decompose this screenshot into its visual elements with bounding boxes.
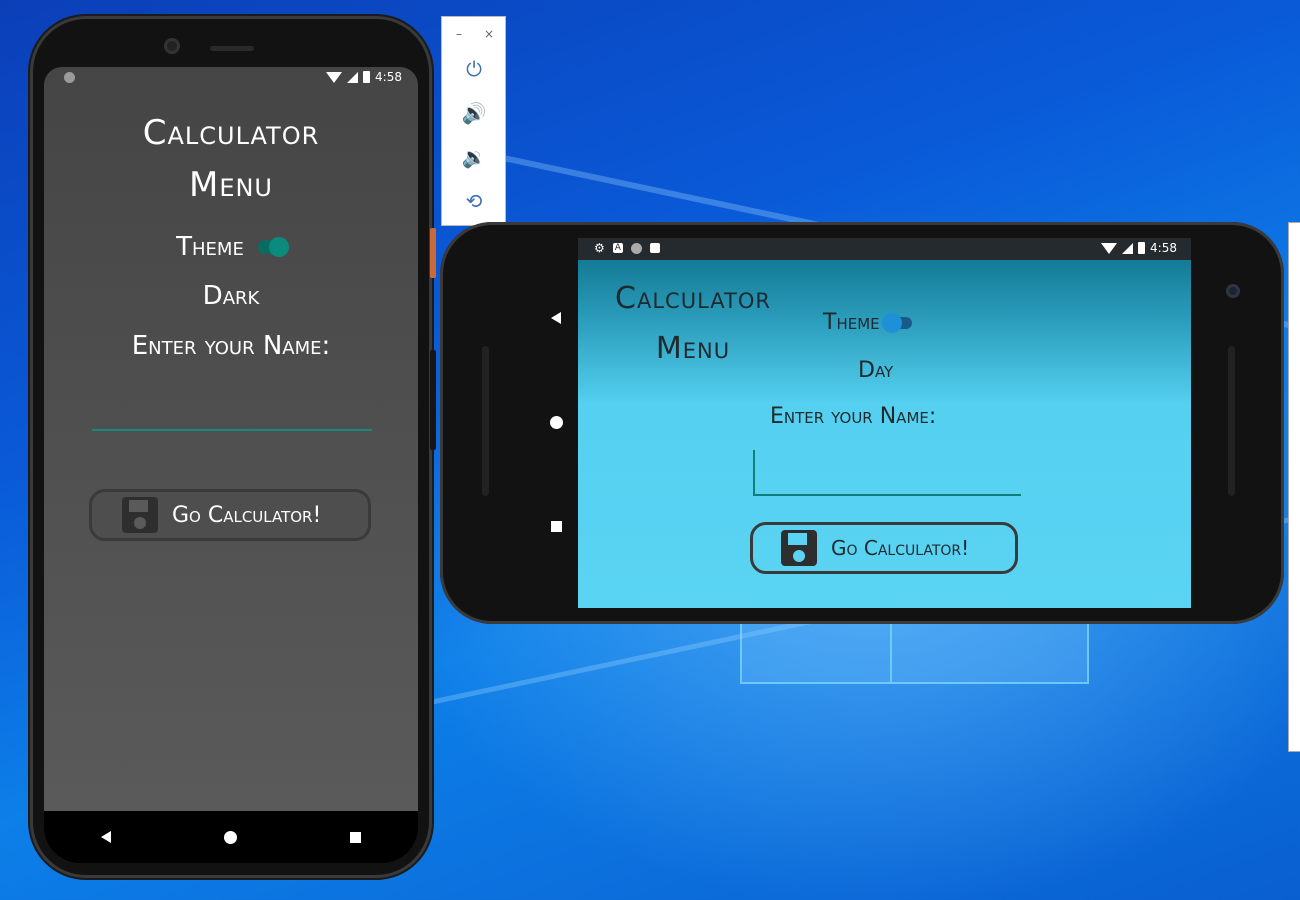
- battery-icon: [1138, 242, 1146, 254]
- settings-gear-icon: ⚙: [594, 241, 605, 255]
- go-calculator-label: Go Calculator!: [831, 536, 970, 560]
- power-side-button[interactable]: [430, 228, 436, 278]
- a-notification-icon: A: [612, 243, 623, 253]
- theme-switch[interactable]: [257, 237, 289, 257]
- rotate-icon[interactable]: ⟲: [442, 181, 506, 221]
- navigation-bar: [544, 312, 568, 532]
- volume-side-button[interactable]: [430, 350, 436, 450]
- theme-row: Theme: [823, 310, 912, 335]
- battery-icon: [363, 71, 371, 83]
- recent-apps-icon[interactable]: [350, 831, 362, 843]
- navigation-bar: [44, 811, 418, 863]
- theme-switch[interactable]: [881, 312, 912, 333]
- minimize-button[interactable]: –: [456, 27, 462, 41]
- go-calculator-label: Go Calculator!: [172, 502, 322, 528]
- front-camera: [1226, 284, 1240, 298]
- portrait-phone-frame: 4:58 Calculator Menu Theme Dark Enter yo…: [30, 16, 436, 878]
- earpiece-speaker: [210, 46, 254, 51]
- home-icon[interactable]: [223, 830, 237, 844]
- title-line-1: Calculator: [615, 281, 771, 316]
- volume-up-icon[interactable]: 🔊: [442, 93, 506, 133]
- switch-knob: [268, 237, 289, 257]
- theme-mode-text: Dark: [202, 281, 260, 311]
- front-camera: [164, 38, 180, 54]
- floppy-disk-icon: [781, 530, 817, 566]
- enter-name-label: Enter your Name:: [770, 404, 937, 429]
- status-bar: ⚙ A 4:58: [578, 238, 1191, 260]
- theme-label: Theme: [176, 232, 244, 262]
- name-input[interactable]: [753, 450, 1021, 496]
- portrait-screen: 4:58 Calculator Menu Theme Dark Enter yo…: [44, 67, 418, 811]
- floppy-disk-icon: [122, 497, 158, 533]
- title-line-1: Calculator: [142, 113, 320, 153]
- back-icon[interactable]: [100, 831, 111, 843]
- signal-icon: [1122, 242, 1134, 254]
- sd-card-icon: [649, 243, 660, 253]
- speaker-grille: [1228, 346, 1235, 496]
- landscape-phone-frame: ⚙ A 4:58 Calculator Menu Theme Day Enter…: [440, 222, 1284, 624]
- signal-icon: [347, 71, 359, 83]
- close-button[interactable]: ×: [484, 27, 494, 41]
- page-title: Calculator Menu: [588, 274, 798, 374]
- landscape-screen: ⚙ A 4:58 Calculator Menu Theme Day Enter…: [578, 238, 1191, 608]
- status-time: 4:58: [375, 70, 402, 84]
- partial-tool-window: [1288, 222, 1300, 752]
- title-line-2: Menu: [655, 331, 731, 366]
- name-input[interactable]: [92, 387, 372, 431]
- status-time: 4:58: [1150, 241, 1177, 255]
- notification-dot-icon: [630, 242, 642, 254]
- wifi-icon: [326, 71, 343, 83]
- go-calculator-button[interactable]: Go Calculator!: [750, 522, 1018, 574]
- speaker-grille: [482, 346, 489, 496]
- power-icon[interactable]: ⏻: [442, 49, 506, 89]
- volume-down-icon[interactable]: 🔉: [442, 137, 506, 177]
- theme-label: Theme: [823, 310, 880, 335]
- recent-apps-icon[interactable]: [550, 521, 562, 532]
- go-calculator-button[interactable]: Go Calculator!: [89, 489, 371, 541]
- home-icon[interactable]: [549, 416, 563, 429]
- status-bar: 4:58: [44, 67, 418, 89]
- emulator-toolbar: – × ⏻ 🔊 🔉 ⟲: [441, 16, 506, 226]
- notification-dot-icon: [64, 72, 75, 83]
- wifi-icon: [1101, 242, 1118, 254]
- theme-mode-text: Day: [858, 358, 894, 383]
- title-line-2: Menu: [188, 165, 274, 205]
- back-icon[interactable]: [551, 312, 561, 324]
- theme-row: Theme: [44, 232, 418, 262]
- enter-name-label: Enter your Name:: [131, 331, 331, 361]
- switch-knob: [881, 312, 902, 333]
- page-title: Calculator Menu: [44, 107, 418, 211]
